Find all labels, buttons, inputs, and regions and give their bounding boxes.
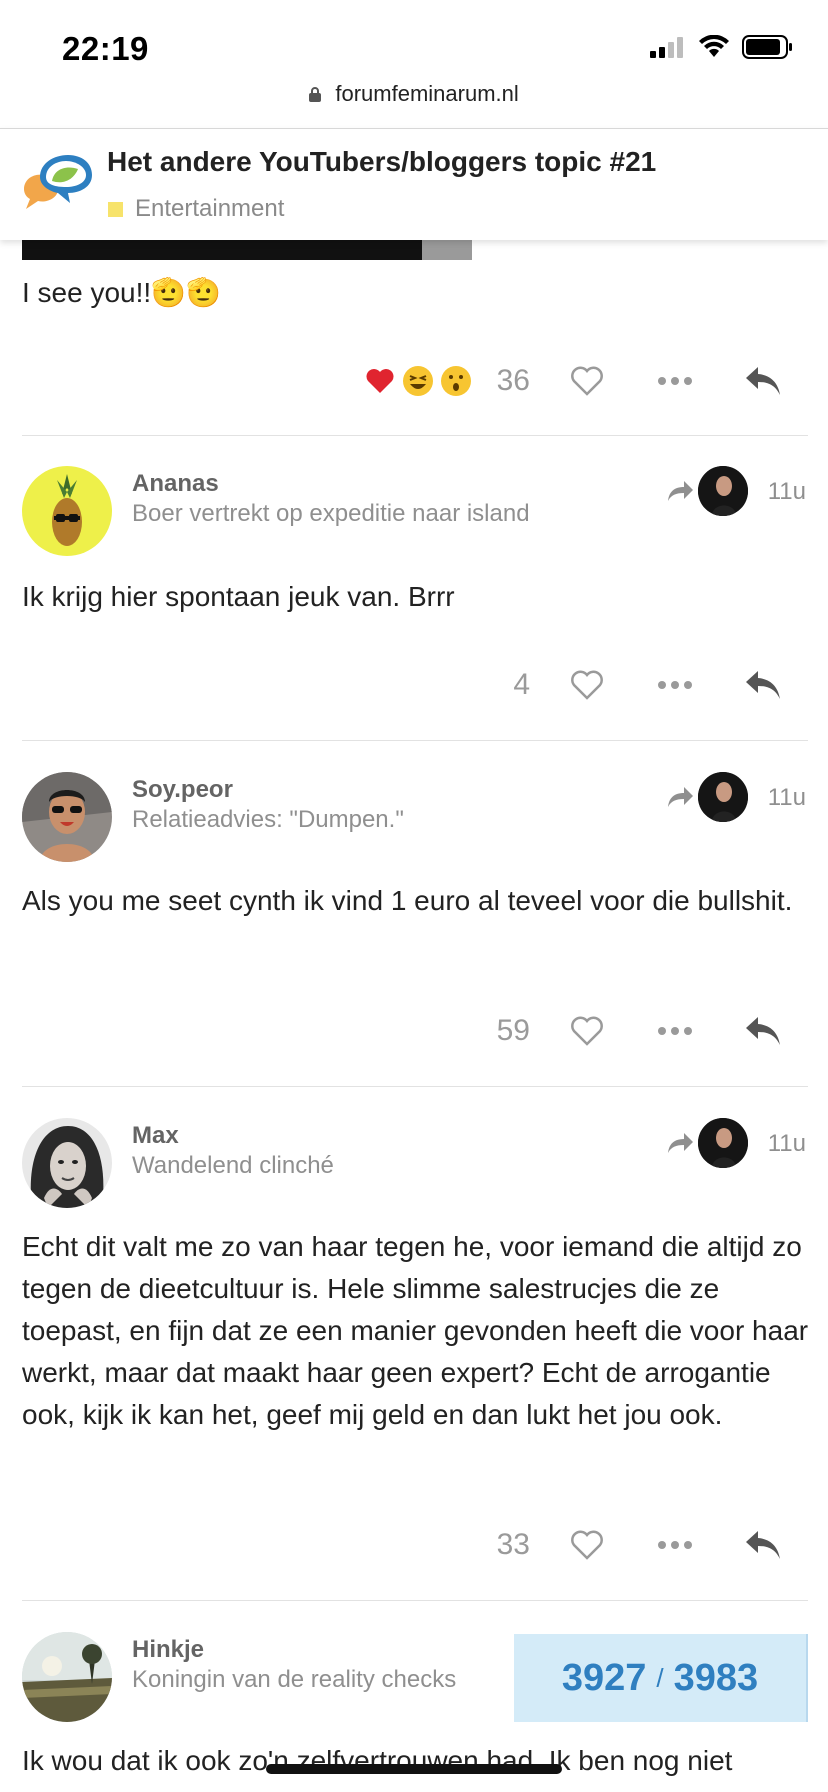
ellipsis-icon [658, 377, 692, 385]
reply-arrow-icon [746, 1017, 780, 1045]
progress-edge [806, 1634, 808, 1722]
post-actions: 59 [490, 1006, 794, 1056]
url-text: forumfeminarum.nl [335, 81, 519, 107]
post-date[interactable]: 11u [768, 478, 806, 506]
category-name: Entertainment [135, 195, 285, 222]
more-options-button[interactable] [644, 1006, 706, 1056]
like-button[interactable] [556, 1520, 618, 1570]
post-divider [22, 740, 808, 741]
user-title: Koningin van de reality checks [132, 1666, 457, 1693]
more-options-button[interactable] [644, 1520, 706, 1570]
like-count[interactable]: 4 [490, 668, 530, 702]
reply-avatar [698, 466, 748, 516]
post-body: Echt dit valt me zo van haar tegen he, v… [22, 1231, 809, 1430]
post-actions: 36 [364, 356, 794, 406]
cellular-signal-icon [650, 37, 683, 58]
reply-button[interactable] [732, 1006, 794, 1056]
status-icons [650, 34, 794, 60]
user-title: Wandelend clinché [132, 1152, 334, 1179]
post-actions: 4 [490, 660, 794, 710]
like-count[interactable]: 59 [490, 1014, 530, 1048]
username[interactable]: Soy.peor [132, 776, 233, 804]
home-indicator[interactable] [266, 1764, 562, 1774]
avatar[interactable] [22, 1632, 112, 1722]
post-date[interactable]: 11u [768, 784, 806, 812]
post-body: Ik wou dat ik ook zo'n zelfvertrouwen ha… [22, 1745, 733, 1776]
reply-arrow-icon [746, 671, 780, 699]
reply-button[interactable] [732, 660, 794, 710]
ellipsis-icon [658, 1541, 692, 1549]
heart-outline-icon [571, 670, 603, 700]
like-button[interactable] [556, 660, 618, 710]
username[interactable]: Ananas [132, 470, 219, 498]
reply-to-indicator[interactable] [666, 772, 748, 822]
like-count[interactable]: 36 [490, 364, 530, 398]
user-title: Relatieadvies: "Dumpen." [132, 806, 404, 833]
status-bar: 22:19 [0, 0, 828, 80]
wifi-icon [699, 35, 729, 57]
more-options-button[interactable] [644, 660, 706, 710]
username[interactable]: Hinkje [132, 1636, 204, 1664]
status-time: 22:19 [62, 30, 149, 67]
embedded-media-bottom[interactable] [22, 240, 472, 260]
category-color-swatch [108, 201, 123, 217]
heart-outline-icon [571, 1530, 603, 1560]
post-header: Ananas Boer vertrekt op expeditie naar i… [0, 466, 828, 556]
reply-avatar [698, 1118, 748, 1168]
forum-logo-icon[interactable] [20, 151, 94, 215]
progress-current: 3927 [561, 1656, 647, 1699]
share-arrow-icon [668, 1133, 693, 1153]
ellipsis-icon [658, 1027, 692, 1035]
battery-icon [742, 35, 792, 59]
heart-outline-icon [571, 366, 603, 396]
ellipsis-icon [658, 681, 692, 689]
progress-separator: / [656, 1662, 664, 1693]
more-options-button[interactable] [644, 356, 706, 406]
post-actions: 33 [490, 1520, 794, 1570]
post-header: Max Wandelend clinché 11u [0, 1118, 828, 1208]
laughing-reaction-icon [403, 366, 433, 396]
post-divider [22, 1600, 808, 1601]
reply-arrow-icon [746, 367, 780, 395]
address-bar[interactable]: forumfeminarum.nl [0, 80, 828, 128]
category-badge[interactable]: Entertainment [108, 195, 284, 223]
username[interactable]: Max [132, 1122, 179, 1150]
share-arrow-icon [668, 787, 693, 807]
avatar[interactable] [22, 1118, 112, 1208]
reply-button[interactable] [732, 356, 794, 406]
reply-avatar [698, 772, 748, 822]
topic-title[interactable]: Het andere YouTubers/bloggers topic #21 [107, 146, 656, 178]
post-body: I see you!!🫡🫡 [22, 277, 221, 308]
post-divider [22, 1086, 808, 1087]
post-divider [22, 435, 808, 436]
reactions[interactable] [364, 365, 478, 397]
topic-progress-indicator[interactable]: 3927 / 3983 [514, 1634, 806, 1722]
reply-to-indicator[interactable] [666, 1118, 748, 1168]
heart-outline-icon [571, 1016, 603, 1046]
like-button[interactable] [556, 1006, 618, 1056]
reply-button[interactable] [732, 1520, 794, 1570]
avatar[interactable] [22, 466, 112, 556]
lock-icon [309, 87, 322, 103]
post-header: Soy.peor Relatieadvies: "Dumpen." 11u [0, 772, 828, 862]
user-title: Boer vertrekt op expeditie naar island [132, 500, 530, 527]
like-count[interactable]: 33 [490, 1528, 530, 1562]
progress-total: 3983 [673, 1656, 759, 1699]
reply-arrow-icon [746, 1531, 780, 1559]
post-body: Als you me seet cynth ik vind 1 euro al … [22, 885, 793, 916]
like-button[interactable] [556, 356, 618, 406]
topic-header: Het andere YouTubers/bloggers topic #21 … [0, 128, 828, 240]
surprised-reaction-icon [441, 366, 471, 396]
share-arrow-icon [668, 481, 693, 501]
reply-to-indicator[interactable] [666, 466, 748, 516]
post-date[interactable]: 11u [768, 1130, 806, 1158]
avatar[interactable] [22, 772, 112, 862]
post-body: Ik krijg hier spontaan jeuk van. Brrr [22, 581, 455, 612]
heart-reaction-icon [366, 369, 394, 393]
